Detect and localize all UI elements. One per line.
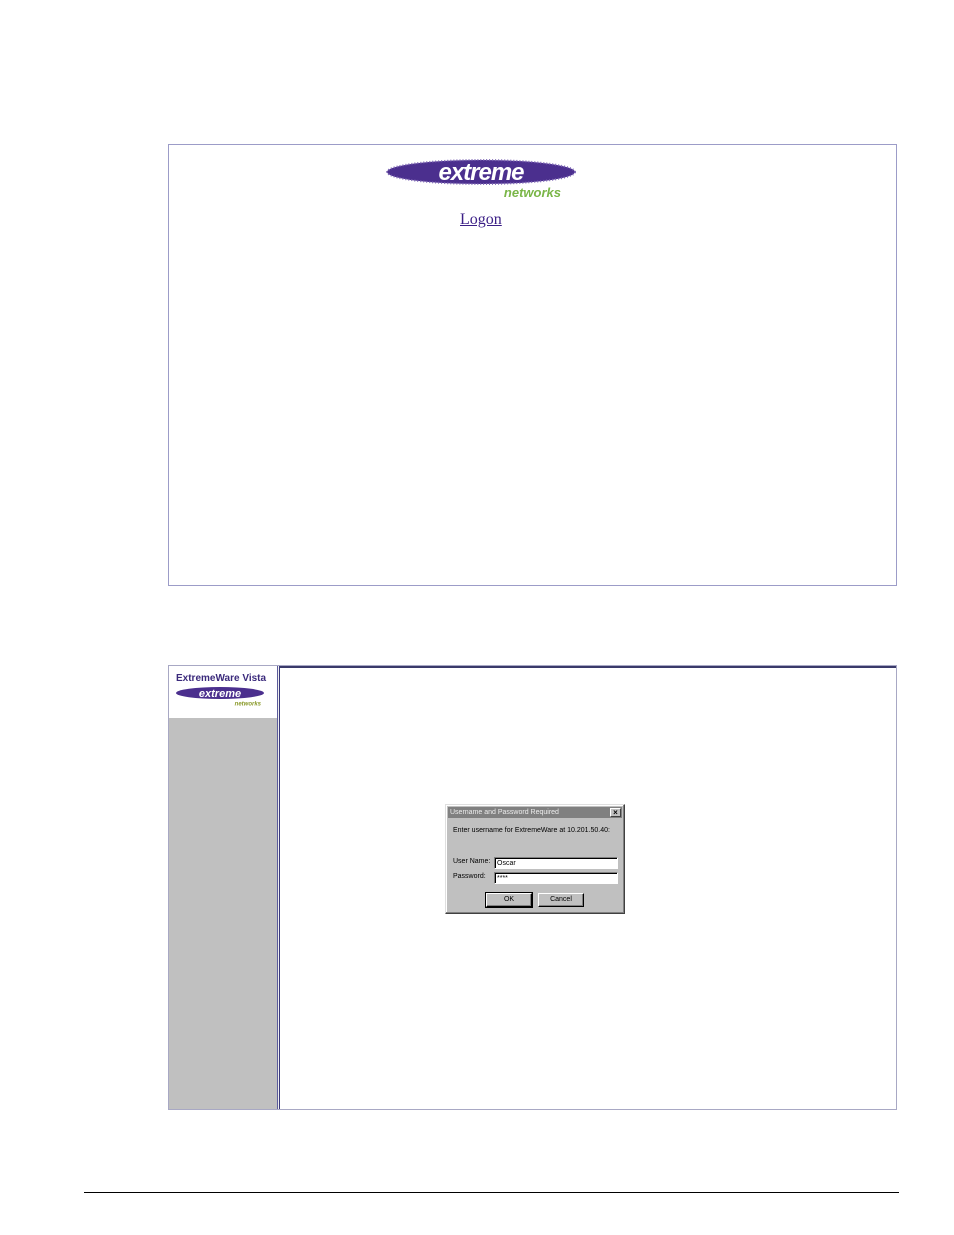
close-icon[interactable]: × — [610, 808, 621, 817]
logon-link[interactable]: Logon — [460, 211, 502, 229]
login-dialog-screenshot: ExtremeWare Vista extreme networks Usern… — [168, 665, 897, 1110]
ok-button[interactable]: OK — [485, 892, 533, 908]
password-label: Password: — [453, 873, 486, 880]
dialog-titlebar: Username and Password Required × — [448, 807, 622, 818]
dialog-title: Username and Password Required — [450, 809, 559, 816]
logon-page-screenshot: extreme networks Logon — [168, 144, 897, 586]
extreme-networks-logo: extreme networks — [386, 159, 576, 200]
password-field[interactable] — [494, 872, 618, 884]
auth-dialog: Username and Password Required × Enter u… — [445, 804, 625, 914]
extreme-networks-logo: extreme networks — [176, 687, 264, 708]
username-label: User Name: — [453, 858, 491, 865]
frame-divider — [277, 666, 280, 1109]
logo-subword: networks — [504, 185, 561, 200]
cancel-button[interactable]: Cancel — [538, 893, 584, 907]
logo-wordmark: extreme — [438, 159, 524, 186]
logo-subword: networks — [235, 702, 262, 708]
top-border — [280, 666, 896, 668]
sidebar-header: ExtremeWare Vista extreme networks — [169, 666, 277, 718]
sidebar: ExtremeWare Vista extreme networks — [169, 666, 277, 1109]
username-field[interactable] — [494, 857, 618, 869]
sidebar-title: ExtremeWare Vista — [176, 673, 267, 684]
logo-wordmark: extreme — [199, 688, 241, 700]
dialog-prompt: Enter username for ExtremeWare at 10.201… — [453, 827, 610, 834]
footer-rule — [84, 1192, 899, 1193]
